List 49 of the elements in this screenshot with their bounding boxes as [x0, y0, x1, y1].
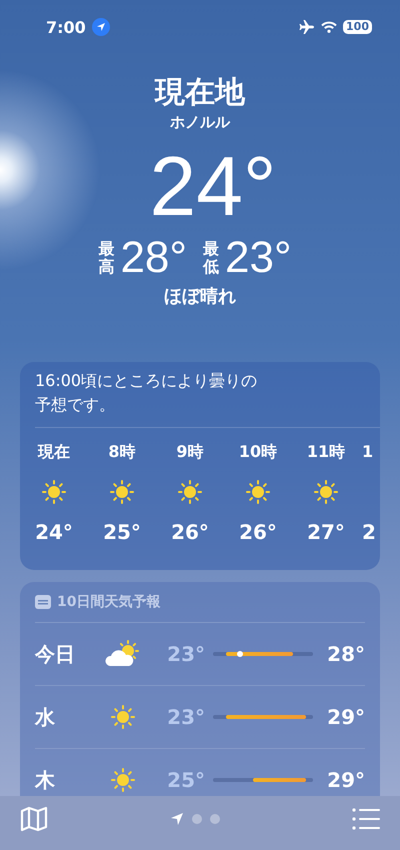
current-temperature: 24° [149, 138, 277, 235]
sun-icon [176, 478, 204, 506]
clock-time: 7:00 [46, 18, 86, 36]
temperature-range-fill [253, 778, 306, 782]
hour-temperature: 25° [103, 520, 141, 544]
sun-icon [109, 703, 137, 731]
battery-level: 100 [343, 20, 372, 34]
hour-label: 11時 [306, 441, 346, 463]
low-temperature: 23° [166, 705, 206, 729]
low-temperature: 23° [166, 642, 206, 666]
hour-label: 8時 [108, 441, 136, 463]
hour-temperature: 2 [362, 520, 376, 544]
condition-text: ほぼ晴れ [164, 285, 236, 308]
hour-temperature: 26° [171, 520, 209, 544]
hour-label: 現在 [38, 441, 70, 463]
sun-icon [108, 478, 136, 506]
high-temperature: 28° [120, 234, 187, 282]
location-title: 現在地 [155, 74, 245, 112]
hour-label: 9時 [176, 441, 204, 463]
forecast-summary: 16:00頃にところにより曇りの予想です。 [34, 370, 258, 416]
hour-label: 1 [362, 441, 374, 463]
low-label: 最低 [203, 240, 219, 276]
day-label: 水 [35, 704, 56, 730]
map-button[interactable] [20, 804, 48, 834]
low-temperature: 23° [225, 234, 292, 282]
high-label: 最高 [98, 240, 114, 276]
sun-icon [40, 478, 68, 506]
day-label: 今日 [35, 640, 76, 668]
hour-label: 10時 [238, 441, 278, 463]
daily-forecast-title: 10日間天気予報 [57, 593, 160, 611]
sun-icon [312, 478, 340, 506]
hour-temperature: 26° [239, 520, 277, 544]
location-arrow-icon [170, 812, 184, 826]
sun-icon [109, 766, 137, 794]
high-temperature: 29° [326, 705, 365, 729]
low-temperature: 25° [166, 768, 206, 792]
cloud-sun-icon [104, 640, 142, 668]
day-label: 木 [35, 766, 56, 794]
high-temperature: 28° [326, 642, 365, 666]
calendar-icon [35, 595, 51, 609]
temperature-range-fill [226, 652, 293, 656]
page-dot[interactable] [210, 814, 220, 824]
hour-temperature: 24° [35, 520, 73, 544]
high-temperature: 29° [326, 768, 365, 792]
wifi-icon [321, 21, 338, 33]
city-name: ホノルル [170, 112, 230, 132]
page-dot[interactable] [192, 814, 202, 824]
hour-temperature: 27° [307, 520, 345, 544]
sun-icon [244, 478, 272, 506]
